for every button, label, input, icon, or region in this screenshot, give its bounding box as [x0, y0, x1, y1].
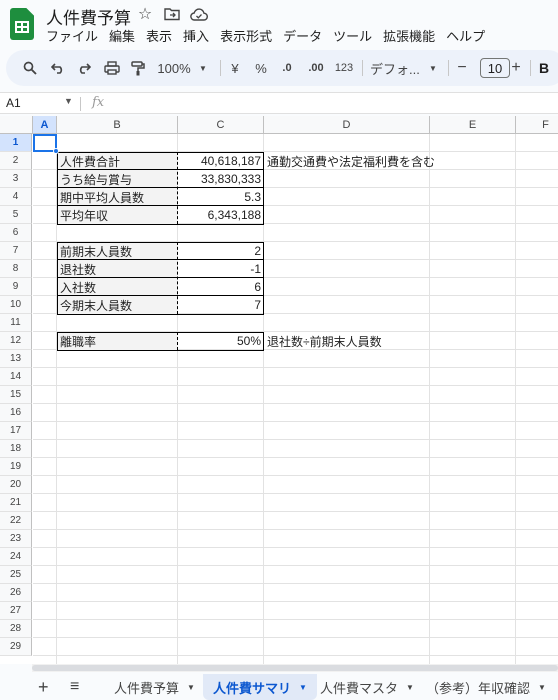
row-header[interactable]: 5: [0, 206, 32, 224]
row-header[interactable]: 4: [0, 188, 32, 206]
star-icon[interactable]: ☆: [136, 5, 154, 23]
all-sheets-button[interactable]: ≡: [70, 674, 86, 700]
menu-tools[interactable]: ツール: [333, 26, 372, 45]
row-header[interactable]: 16: [0, 404, 32, 422]
spreadsheet-app: 人件費予算 ☆ ファイル 編集 表示 挿入 表示形式 データ ツール 拡張機能 …: [0, 0, 558, 700]
row-header[interactable]: 23: [0, 530, 32, 548]
add-sheet-button[interactable]: +: [38, 674, 52, 700]
sheet-grid[interactable]: A B C D E F 人件費合計 40,618,187 通勤交通費や法定福利費…: [0, 116, 558, 664]
row-header[interactable]: 17: [0, 422, 32, 440]
row-header[interactable]: 2: [0, 152, 32, 170]
decrease-font-size-button[interactable]: −: [454, 50, 470, 86]
cloud-status-icon[interactable]: [190, 5, 208, 23]
zoom-select[interactable]: 100%: [154, 50, 194, 86]
cell-d2[interactable]: 通勤交通費や法定福利費を含む: [264, 152, 484, 170]
row-header[interactable]: 13: [0, 350, 32, 368]
row-header[interactable]: 24: [0, 548, 32, 566]
search-menus-icon[interactable]: [20, 50, 40, 86]
row-header[interactable]: 9: [0, 278, 32, 296]
table-border: [57, 332, 264, 351]
column-header[interactable]: F: [516, 116, 558, 134]
table-border: [57, 242, 264, 315]
row-header[interactable]: 18: [0, 440, 32, 458]
sheet-tab-caret-icon[interactable]: ▼: [187, 683, 195, 692]
formula-bar: A1 ▼ fx: [0, 92, 558, 114]
move-folder-icon[interactable]: [163, 5, 181, 23]
sheet-tab-label: （参考）年収確認: [426, 680, 531, 696]
bold-button[interactable]: B: [536, 50, 552, 86]
select-all-corner[interactable]: [0, 116, 33, 134]
row-header[interactable]: 7: [0, 242, 32, 260]
column-header[interactable]: E: [430, 116, 516, 134]
fill-handle[interactable]: [53, 148, 59, 154]
fx-icon: fx: [92, 95, 105, 110]
row-header[interactable]: 26: [0, 584, 32, 602]
sheets-logo-icon[interactable]: [10, 8, 34, 40]
percent-format-button[interactable]: %: [252, 50, 270, 86]
row-header[interactable]: 19: [0, 458, 32, 476]
sheet-tab-label: 人件費マスタ: [320, 680, 399, 696]
row-header[interactable]: 1: [0, 134, 32, 152]
name-box[interactable]: A1: [6, 96, 21, 110]
row-header[interactable]: 14: [0, 368, 32, 386]
name-box-caret-icon[interactable]: ▼: [64, 96, 73, 106]
sheet-tab-label: 人件費サマリ: [213, 680, 292, 696]
sheet-tab[interactable]: （参考）年収確認 ▼: [420, 674, 552, 700]
menu-insert[interactable]: 挿入: [183, 26, 209, 45]
column-header[interactable]: C: [178, 116, 264, 134]
row-header[interactable]: 28: [0, 620, 32, 638]
font-caret-icon[interactable]: ▼: [426, 50, 440, 86]
menu-help[interactable]: ヘルプ: [446, 26, 485, 45]
more-formats-button[interactable]: 123: [332, 50, 356, 86]
table-border: [57, 152, 264, 225]
row-header[interactable]: 8: [0, 260, 32, 278]
row-header[interactable]: 10: [0, 296, 32, 314]
row-header[interactable]: 22: [0, 512, 32, 530]
redo-icon[interactable]: [74, 50, 94, 86]
row-header[interactable]: 25: [0, 566, 32, 584]
sheet-tab-caret-icon[interactable]: ▼: [538, 683, 546, 692]
paint-format-icon[interactable]: [128, 50, 148, 86]
row-header[interactable]: 21: [0, 494, 32, 512]
column-header[interactable]: D: [264, 116, 430, 134]
font-select[interactable]: デフォ...: [370, 50, 424, 86]
column-header[interactable]: B: [57, 116, 178, 134]
row-header[interactable]: 27: [0, 602, 32, 620]
row-header[interactable]: 3: [0, 170, 32, 188]
menu-bar: ファイル 編集 表示 挿入 表示形式 データ ツール 拡張機能 ヘルプ: [46, 26, 496, 45]
horizontal-scrollbar[interactable]: [32, 664, 558, 672]
font-size-input[interactable]: 10: [480, 58, 510, 78]
increase-font-size-button[interactable]: +: [508, 50, 524, 86]
sheet-tab-caret-icon[interactable]: ▼: [406, 683, 414, 692]
row-header[interactable]: 29: [0, 638, 32, 656]
toolbar: 100% ▼ ¥ % .0 .00 123 デフォ... ▼ − 10 + B: [6, 50, 558, 86]
menu-view[interactable]: 表示: [146, 26, 172, 45]
print-icon[interactable]: [102, 50, 122, 86]
cell-d12[interactable]: 退社数÷前期末人員数: [264, 332, 464, 350]
sheet-tabs-bar: + ≡ 人件費予算 ▼ 人件費サマリ ▼ 人件費マスタ ▼ （参考）年収確認 ▼: [0, 674, 558, 700]
decrease-decimal-button[interactable]: .0: [276, 50, 298, 86]
row-header[interactable]: 20: [0, 476, 32, 494]
undo-icon[interactable]: [48, 50, 68, 86]
menu-edit[interactable]: 編集: [109, 26, 135, 45]
row-header[interactable]: 12: [0, 332, 32, 350]
row-header[interactable]: 11: [0, 314, 32, 332]
menu-data[interactable]: データ: [283, 26, 322, 45]
sheet-tab-caret-icon[interactable]: ▼: [299, 683, 307, 692]
sheet-tab[interactable]: 人件費予算 ▼: [104, 674, 205, 700]
increase-decimal-button[interactable]: .00: [304, 50, 328, 86]
zoom-caret-icon[interactable]: ▼: [196, 50, 210, 86]
row-header[interactable]: 15: [0, 386, 32, 404]
sheet-tab-active[interactable]: 人件費サマリ ▼: [203, 674, 317, 700]
menu-extensions[interactable]: 拡張機能: [383, 26, 435, 45]
row-header[interactable]: 6: [0, 224, 32, 242]
menu-format[interactable]: 表示形式: [220, 26, 272, 45]
menu-file[interactable]: ファイル: [46, 26, 98, 45]
column-header[interactable]: A: [33, 116, 57, 134]
title-bar: 人件費予算 ☆ ファイル 編集 表示 挿入 表示形式 データ ツール 拡張機能 …: [0, 0, 558, 48]
sheet-tab-label: 人件費予算: [114, 680, 180, 696]
sheet-tab[interactable]: 人件費マスタ ▼: [310, 674, 424, 700]
currency-format-button[interactable]: ¥: [226, 50, 244, 86]
